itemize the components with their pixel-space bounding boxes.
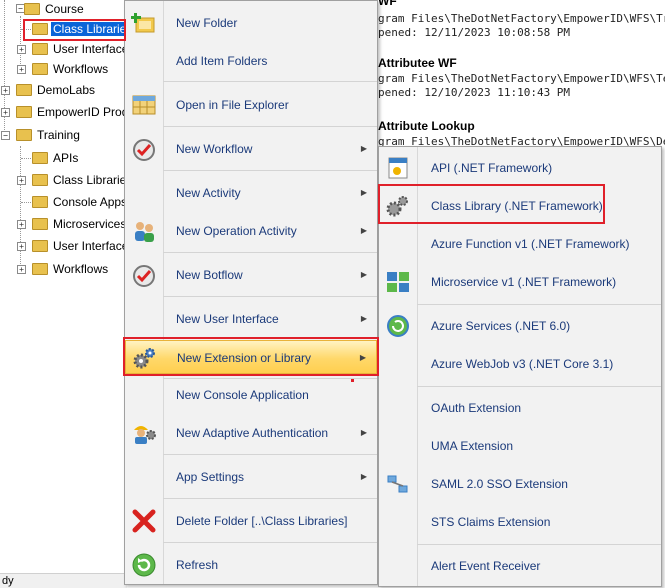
collapse-icon[interactable]: − xyxy=(1,131,10,140)
folder-icon xyxy=(24,2,40,15)
submenu-item-class-library-net-framework[interactable]: Class Library (.NET Framework) xyxy=(379,188,661,224)
bg-heading-wf: WF xyxy=(378,0,397,8)
api-icon xyxy=(388,157,408,179)
expand-icon[interactable]: + xyxy=(17,65,26,74)
submenu-arrow-icon: ▶ xyxy=(360,144,367,153)
folder-icon xyxy=(32,62,48,75)
submenu-item-alert-event-receiver[interactable]: Alert Event Receiver xyxy=(379,548,661,584)
extension-submenu[interactable]: API (.NET Framework) Class Library (.NET… xyxy=(378,146,662,587)
expand-icon[interactable]: + xyxy=(1,86,10,95)
menu-item-new-console-application[interactable]: New Console Application xyxy=(125,378,377,412)
folder-icon xyxy=(32,239,48,252)
folder-icon xyxy=(32,173,48,186)
bg-path-line: gram Files\TheDotNetFactory\EmpowerID\WF… xyxy=(378,12,665,25)
tree-item-empowerid-prod[interactable]: EmpowerID Prod xyxy=(16,103,130,121)
submenu-item-saml-sso-extension[interactable]: SAML 2.0 SSO Extension xyxy=(379,466,661,502)
submenu-item-azure-function-v1[interactable]: Azure Function v1 (.NET Framework) xyxy=(379,226,661,262)
submenu-item-microservice-v1[interactable]: Microservice v1 (.NET Framework) xyxy=(379,264,661,300)
microservice-icon xyxy=(387,272,409,292)
tree-item-console-apps[interactable]: Console Apps xyxy=(32,193,129,211)
menu-item-new-extension-or-library[interactable]: New Extension or Library ▶ xyxy=(125,340,377,374)
tree-item-workflows-training[interactable]: Workflows xyxy=(32,260,110,278)
worker-gear-icon xyxy=(134,426,156,444)
expand-icon[interactable]: + xyxy=(17,220,26,229)
file-explorer-icon xyxy=(132,95,156,115)
gears-icon xyxy=(386,196,408,217)
refresh-icon xyxy=(132,553,156,577)
menu-item-new-user-interface[interactable]: New User Interface ▶ xyxy=(125,302,377,336)
submenu-arrow-icon: ▶ xyxy=(360,226,367,235)
tree-item-user-interface[interactable]: User Interface xyxy=(32,40,130,58)
submenu-item-uma-extension[interactable]: UMA Extension xyxy=(379,428,661,464)
expand-icon[interactable]: + xyxy=(17,176,26,185)
folder-icon xyxy=(32,22,48,35)
tree-item-demolabs[interactable]: DemoLabs xyxy=(16,81,97,99)
folder-icon xyxy=(32,262,48,275)
folder-icon xyxy=(32,217,48,230)
expand-icon[interactable]: + xyxy=(17,242,26,251)
expand-icon[interactable]: + xyxy=(1,108,10,117)
bg-heading-attributee-wf: Attributee WF xyxy=(378,56,457,70)
botflow-icon xyxy=(133,265,155,287)
azure-services-icon xyxy=(387,315,409,337)
submenu-arrow-icon: ▶ xyxy=(360,188,367,197)
gears-icon xyxy=(133,348,155,369)
folder-icon xyxy=(32,42,48,55)
menu-item-new-adaptive-authentication[interactable]: New Adaptive Authentication ▶ xyxy=(125,416,377,450)
menu-item-new-activity[interactable]: New Activity ▶ xyxy=(125,176,377,210)
submenu-item-azure-webjob-v3[interactable]: Azure WebJob v3 (.NET Core 3.1) xyxy=(379,346,661,382)
delete-icon xyxy=(132,509,156,533)
submenu-item-sts-claims-extension[interactable]: STS Claims Extension xyxy=(379,504,661,540)
tree-item-user-interface-training[interactable]: User Interface xyxy=(32,237,130,255)
context-menu[interactable]: New Folder Add Item Folders Open in File… xyxy=(124,0,378,585)
people-icon xyxy=(135,222,154,242)
submenu-arrow-icon: ▶ xyxy=(360,428,367,437)
tree-item-apis[interactable]: APIs xyxy=(32,149,80,167)
tree-item-course[interactable]: Course xyxy=(24,0,86,18)
bg-opened-line: pened: 12/11/2023 10:08:58 PM xyxy=(378,26,571,39)
bg-heading-attribute-lookup: Attribute Lookup xyxy=(378,119,475,133)
tree-item-workflows[interactable]: Workflows xyxy=(32,60,110,78)
saml-icon xyxy=(387,475,408,493)
folder-icon xyxy=(16,83,32,96)
status-bar: dy xyxy=(0,573,127,588)
menu-item-add-item-folders[interactable]: Add Item Folders xyxy=(125,44,377,78)
menu-item-open-in-file-explorer[interactable]: Open in File Explorer xyxy=(125,88,377,122)
new-folder-icon xyxy=(131,13,155,33)
tree-item-class-libraries[interactable]: Class Libraries xyxy=(32,20,135,38)
tree-item-class-libraries-training[interactable]: Class Libraries xyxy=(32,171,134,189)
folder-icon xyxy=(16,105,32,118)
folder-icon xyxy=(16,128,32,141)
menu-item-new-workflow[interactable]: New Workflow ▶ xyxy=(125,132,377,166)
submenu-item-api-net-framework[interactable]: API (.NET Framework) xyxy=(379,150,661,186)
submenu-arrow-icon: ▶ xyxy=(360,270,367,279)
folder-tree[interactable]: − Course Class Libraries + User Interfac… xyxy=(0,0,135,575)
bg-opened-line: pened: 12/10/2023 11:10:43 PM xyxy=(378,86,571,99)
workflow-icon xyxy=(133,139,155,161)
submenu-arrow-icon: ▶ xyxy=(359,353,366,362)
menu-item-new-botflow[interactable]: New Botflow ▶ xyxy=(125,258,377,292)
expand-icon[interactable]: + xyxy=(17,265,26,274)
tree-item-training[interactable]: Training xyxy=(16,126,82,144)
submenu-arrow-icon: ▶ xyxy=(360,472,367,481)
expand-icon[interactable]: + xyxy=(17,45,26,54)
submenu-item-azure-services[interactable]: Azure Services (.NET 6.0) xyxy=(379,308,661,344)
menu-item-new-operation-activity[interactable]: New Operation Activity ▶ xyxy=(125,214,377,248)
menu-item-app-settings[interactable]: App Settings ▶ xyxy=(125,460,377,494)
tree-item-microservices[interactable]: Microservices xyxy=(32,215,128,233)
annotation-dot xyxy=(351,379,354,382)
bg-path-line: gram Files\TheDotNetFactory\EmpowerID\WF… xyxy=(378,72,665,85)
menu-item-new-folder[interactable]: New Folder xyxy=(125,6,377,40)
submenu-item-oauth-extension[interactable]: OAuth Extension xyxy=(379,390,661,426)
menu-item-refresh[interactable]: Refresh xyxy=(125,548,377,582)
folder-icon xyxy=(32,195,48,208)
menu-item-delete-folder[interactable]: Delete Folder [..\Class Libraries] xyxy=(125,504,377,538)
submenu-arrow-icon: ▶ xyxy=(360,314,367,323)
folder-icon xyxy=(32,151,48,164)
